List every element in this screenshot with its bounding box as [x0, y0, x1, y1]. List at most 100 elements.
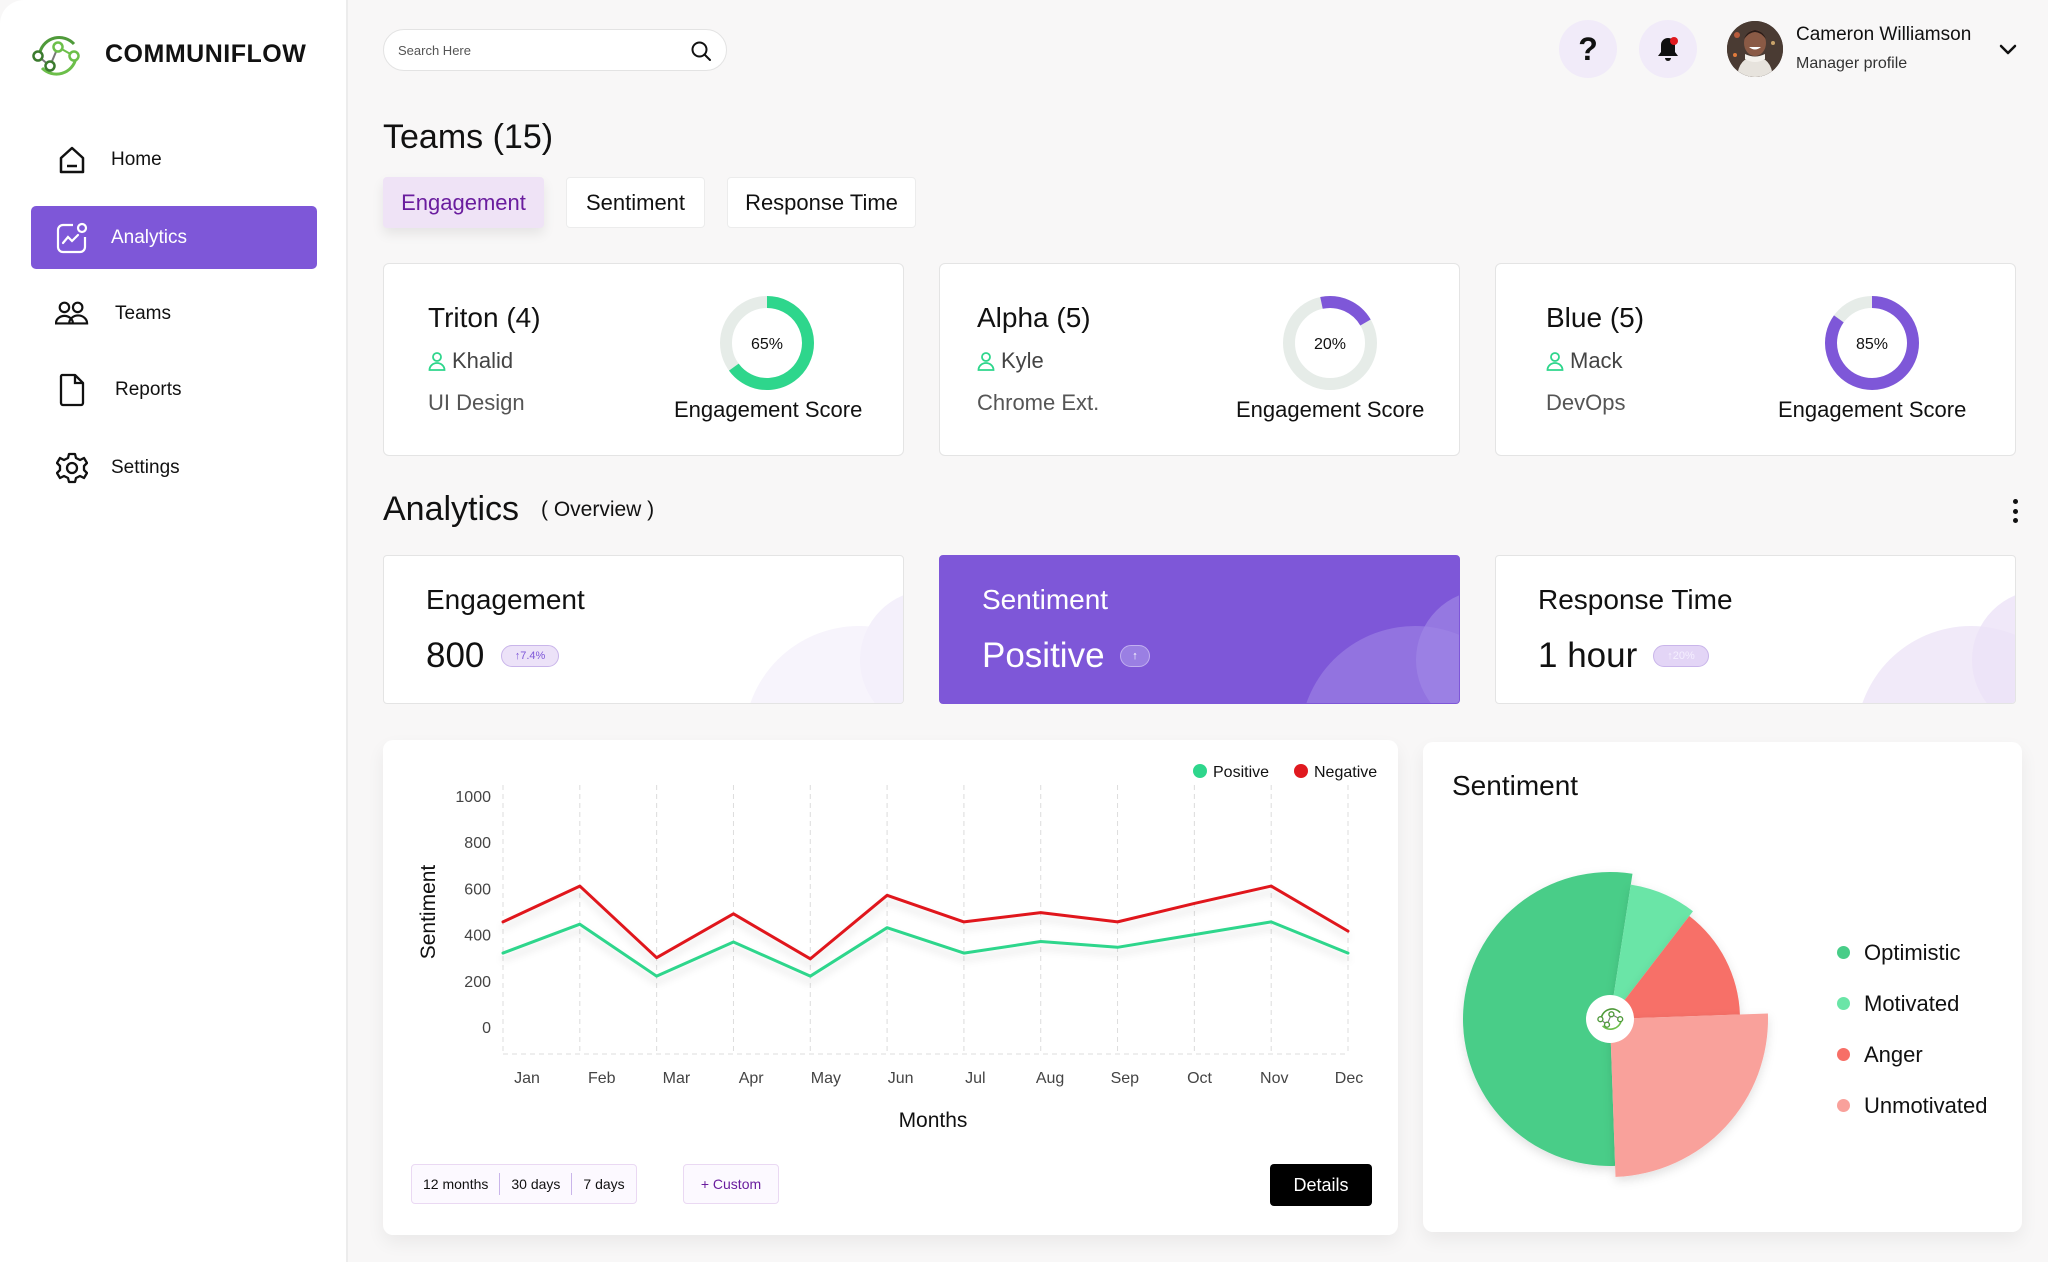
- legend-marker-negative: [1294, 764, 1308, 778]
- sidebar-item-reports[interactable]: Reports: [31, 358, 317, 421]
- document-icon: [55, 373, 89, 407]
- x-tick-label: Jul: [965, 1070, 985, 1087]
- team-lead-name: Mack: [1570, 348, 1623, 373]
- legend-dot: [1837, 946, 1850, 959]
- trend-badge: ↑7.4%: [501, 645, 559, 667]
- search-input[interactable]: [398, 42, 668, 58]
- tab-sentiment[interactable]: Sentiment: [566, 177, 705, 228]
- y-tick-label: 200: [464, 974, 491, 991]
- team-department: Chrome Ext.: [977, 390, 1100, 415]
- sidebar-item-label: Teams: [115, 302, 171, 324]
- user-icon: [428, 352, 446, 371]
- metric-card-sentiment[interactable]: Sentiment Positive ↑: [939, 555, 1460, 704]
- y-tick-label: 0: [482, 1020, 491, 1037]
- search-bar[interactable]: [383, 29, 727, 71]
- help-icon: ?: [1578, 30, 1598, 67]
- team-name: Alpha (5): [977, 302, 1091, 333]
- avatar[interactable]: [1727, 21, 1783, 77]
- legend-dot: [1837, 997, 1850, 1010]
- x-tick-label: Nov: [1260, 1070, 1288, 1087]
- engagement-score-donut: 65%: [720, 296, 814, 390]
- metric-value: 800: [426, 636, 485, 675]
- legend-label: Optimistic: [1864, 939, 1961, 965]
- x-tick-label: Mar: [663, 1070, 691, 1087]
- x-tick-label: Jun: [888, 1070, 914, 1087]
- notifications-button[interactable]: [1639, 20, 1697, 78]
- communiflow-logo-icon: [32, 36, 80, 76]
- trend-badge: ↑: [1120, 645, 1150, 667]
- custom-range-button[interactable]: + Custom: [683, 1164, 779, 1204]
- analytics-subtitle: ( Overview ): [541, 498, 655, 521]
- pie-slice-unmotivated: [1610, 1013, 1768, 1177]
- team-name: Blue (5): [1546, 302, 1645, 333]
- legend-dot: [1837, 1099, 1850, 1112]
- donut-progress-arc: [1320, 296, 1371, 326]
- sentiment-pie-card: Sentiment Optimistic Motivated Anger Unmoti…: [1423, 742, 2022, 1232]
- legend-item-optimistic: Optimistic: [1837, 927, 1988, 978]
- pie-legend: Optimistic Motivated Anger Unmotivated: [1837, 927, 1988, 1131]
- range-7-days-button[interactable]: 7 days: [572, 1173, 635, 1195]
- engagement-score-label: Engagement Score: [674, 397, 863, 422]
- help-button[interactable]: ?: [1559, 20, 1617, 78]
- legend-label: Positive: [1213, 764, 1269, 781]
- x-tick-label: Aug: [1036, 1070, 1064, 1087]
- donut-value-text: 20%: [1314, 336, 1346, 353]
- series-line-negative: [501, 884, 1350, 961]
- bell-icon: [1658, 37, 1678, 61]
- team-lead: Khalid: [428, 348, 513, 374]
- metric-title: Sentiment: [982, 584, 1109, 615]
- analytics-title: Analytics: [383, 490, 520, 528]
- x-tick-label: Jan: [514, 1070, 540, 1087]
- more-options-icon[interactable]: [2008, 496, 2022, 526]
- details-button[interactable]: Details: [1270, 1164, 1372, 1206]
- metric-value: 1 hour: [1538, 636, 1638, 675]
- legend-label: Motivated: [1864, 990, 1960, 1016]
- legend-item-unmotivated: Unmotivated: [1837, 1080, 1988, 1131]
- range-12-months-button[interactable]: 12 months: [412, 1173, 501, 1195]
- range-selector: 12 months 30 days 7 days: [411, 1164, 637, 1204]
- brand-name: COMMUNIFLOW: [105, 40, 307, 68]
- sentiment-pie-chart: [1463, 872, 1768, 1177]
- sidebar-item-label: Reports: [115, 378, 182, 400]
- engagement-score-label: Engagement Score: [1236, 397, 1425, 422]
- decorative-circle: [1972, 590, 2015, 703]
- home-icon: [55, 143, 89, 177]
- trend-badge: ↑20%: [1653, 645, 1709, 667]
- decorative-circle: [860, 590, 903, 703]
- sidebar-item-analytics[interactable]: Analytics: [31, 206, 317, 269]
- team-department: DevOps: [1546, 390, 1626, 415]
- y-tick-label: 600: [464, 881, 491, 898]
- user-icon: [977, 352, 995, 371]
- legend-item-anger: Anger: [1837, 1029, 1988, 1080]
- team-card[interactable]: Blue (5) Mack DevOps 85% Engagement Scor…: [1495, 263, 2016, 456]
- sidebar-item-settings[interactable]: Settings: [31, 436, 317, 499]
- metric-title: Response Time: [1538, 584, 1733, 615]
- range-30-days-button[interactable]: 30 days: [500, 1173, 573, 1195]
- metric-card-engagement[interactable]: Engagement 800 ↑7.4%: [383, 555, 904, 704]
- analytics-icon: [55, 221, 89, 255]
- page-title: Teams (15): [383, 118, 554, 156]
- engagement-score-label: Engagement Score: [1778, 397, 1967, 422]
- chevron-down-icon[interactable]: [1997, 38, 2019, 60]
- pie-center-badge: [1586, 995, 1634, 1043]
- user-icon: [1546, 352, 1564, 371]
- metric-card-response-time[interactable]: Response Time 1 hour ↑20%: [1495, 555, 2016, 704]
- tab-engagement[interactable]: Engagement: [383, 177, 544, 228]
- legend-dot: [1837, 1048, 1850, 1061]
- user-role: Manager profile: [1796, 55, 1908, 72]
- sidebar-item-teams[interactable]: Teams: [31, 282, 317, 345]
- legend-label: Negative: [1314, 764, 1377, 781]
- team-card[interactable]: Alpha (5) Kyle Chrome Ext. 20% Engagemen…: [939, 263, 1460, 456]
- tab-response-time[interactable]: Response Time: [727, 177, 916, 228]
- y-axis-label: Sentiment: [417, 865, 440, 960]
- team-department: UI Design: [428, 390, 525, 415]
- search-icon[interactable]: [690, 40, 712, 62]
- sidebar-item-home[interactable]: Home: [31, 128, 317, 191]
- team-card[interactable]: Triton (4) Khalid UI Design 65% Engageme…: [383, 263, 904, 456]
- team-lead-name: Khalid: [452, 348, 514, 373]
- x-tick-label: Feb: [588, 1070, 616, 1087]
- team-lead-name: Kyle: [1001, 348, 1044, 373]
- sidebar-item-label: Settings: [111, 456, 180, 478]
- x-tick-label: Sep: [1111, 1070, 1140, 1087]
- x-tick-label: May: [811, 1070, 841, 1087]
